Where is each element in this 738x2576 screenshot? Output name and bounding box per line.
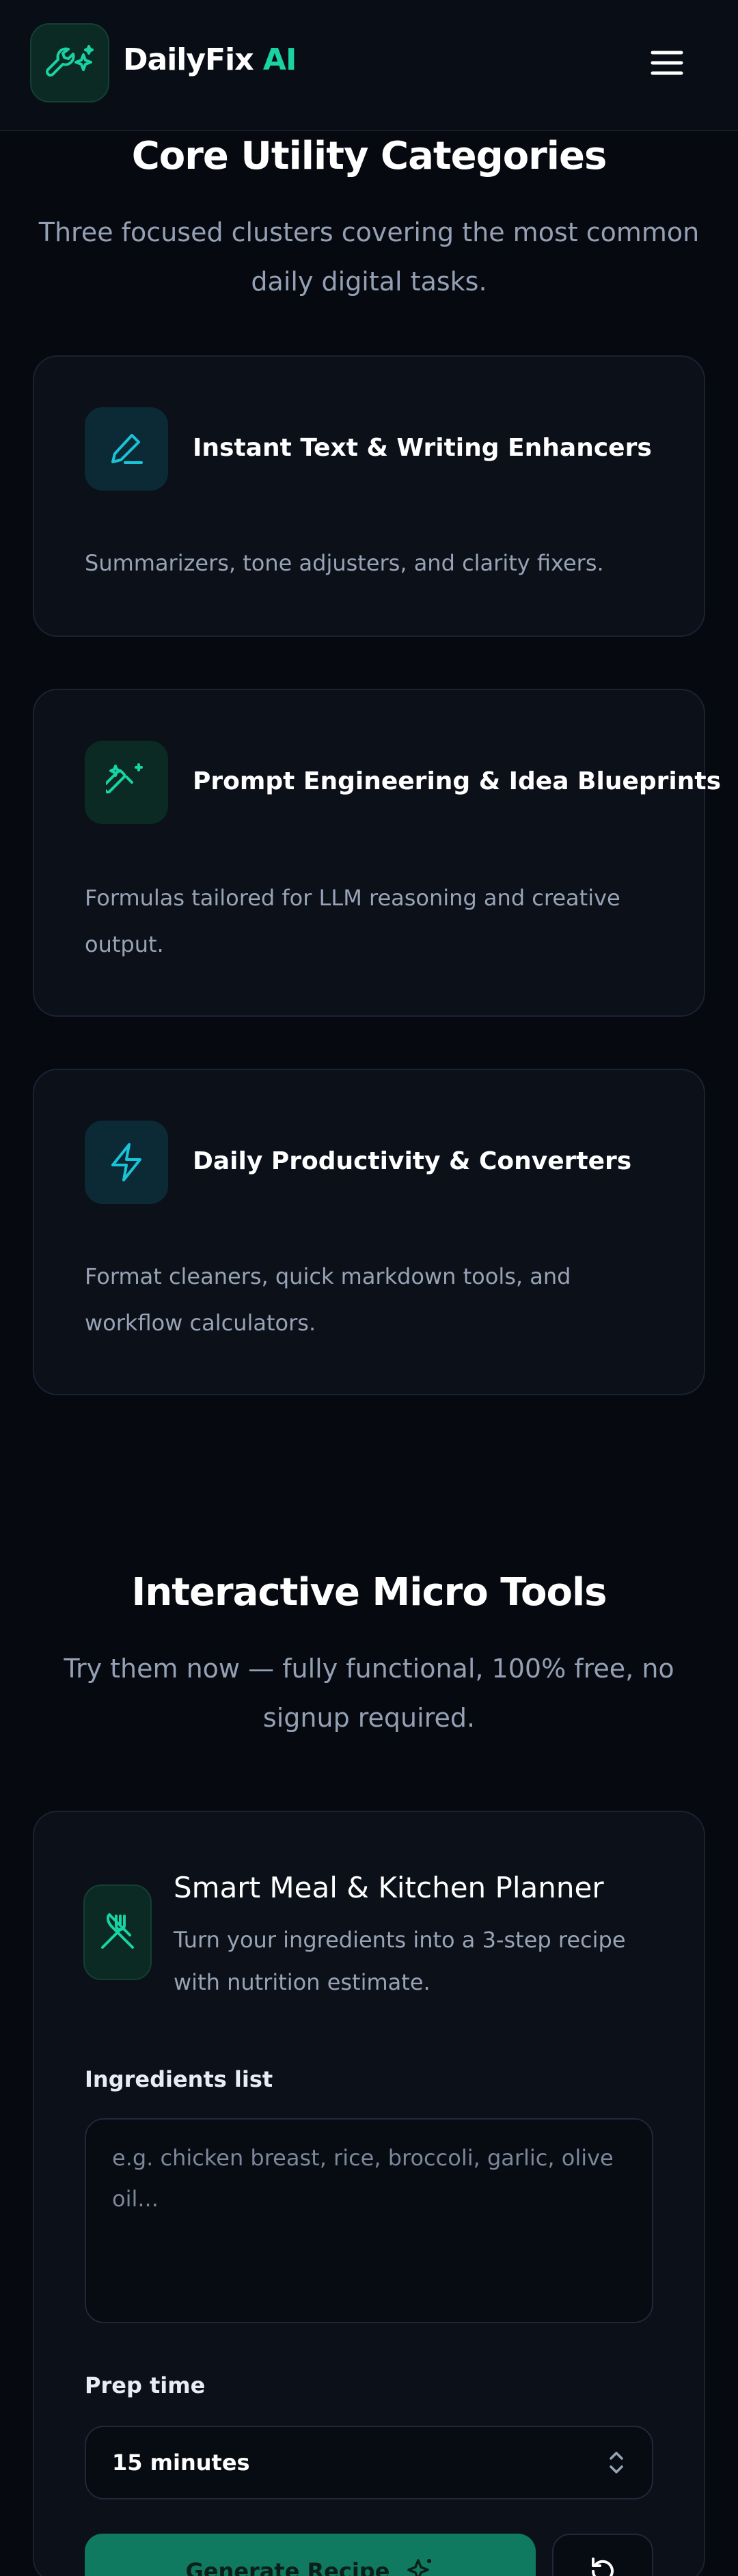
magic-wand-icon [106, 763, 143, 794]
prep-time-select[interactable]: 15 minutes [85, 2426, 653, 2499]
fork-knife-icon [101, 1913, 134, 1949]
category-description: Summarizers, tone adjusters, and clarity… [85, 550, 604, 576]
hamburger-menu-icon [651, 51, 683, 75]
wrench-sparkles-icon [46, 45, 94, 77]
chevron-up-down-icon [610, 2452, 623, 2474]
prep-time-label: Prep time [85, 2372, 206, 2398]
category-title: Prompt Engineering & Idea Blueprints [193, 767, 721, 795]
generate-recipe-label: Generate Recipe [185, 2558, 390, 2576]
category-description: Formulas tailored for LLM reasoning and … [85, 885, 620, 957]
tools-subtitle: Try them now — fully functional, 100% fr… [64, 1654, 674, 1733]
categories-title: Core Utility Categories [131, 134, 607, 178]
category-card-productivity[interactable]: Daily Productivity & Converters Format c… [33, 1069, 705, 1395]
reset-button[interactable] [552, 2534, 653, 2576]
tools-title: Interactive Micro Tools [131, 1570, 607, 1615]
tool-title: Smart Meal & Kitchen Planner [174, 1871, 604, 1904]
pen-icon [111, 434, 143, 464]
ingredients-input[interactable] [85, 2118, 653, 2323]
category-icon-box [85, 407, 168, 491]
category-icon-box [85, 741, 168, 824]
generate-recipe-button[interactable]: Generate Recipe [85, 2534, 536, 2576]
logo[interactable] [30, 23, 109, 102]
tool-icon-box [83, 1885, 152, 1980]
category-title: Instant Text & Writing Enhancers [193, 434, 652, 462]
brand-name-suffix: AI [262, 42, 297, 77]
category-description: Format cleaners, quick markdown tools, a… [85, 1263, 571, 1336]
lightning-bolt-icon [111, 1143, 141, 1181]
top-header: DailyFix AI [0, 0, 738, 131]
categories-subtitle: Three focused clusters covering the most… [38, 217, 700, 297]
category-card-prompt-engineering[interactable]: Prompt Engineering & Idea Blueprints For… [33, 689, 721, 1017]
menu-button[interactable] [645, 44, 689, 82]
category-icon-box [85, 1121, 168, 1204]
sparkle-icon [407, 2559, 432, 2576]
reset-icon [592, 2558, 614, 2576]
tool-card-meal-planner: Smart Meal & Kitchen Planner Turn your i… [33, 1811, 705, 2576]
brand-name-text: DailyFix [123, 42, 254, 77]
ingredients-label: Ingredients list [85, 2066, 273, 2092]
category-title: Daily Productivity & Converters [193, 1147, 632, 1175]
tool-description: Turn your ingredients into a 3-step reci… [174, 1927, 626, 1995]
prep-time-value: 15 minutes [112, 2450, 250, 2476]
category-card-text-writing[interactable]: Instant Text & Writing Enhancers Summari… [33, 355, 705, 637]
brand-name[interactable]: DailyFix AI [123, 42, 297, 77]
